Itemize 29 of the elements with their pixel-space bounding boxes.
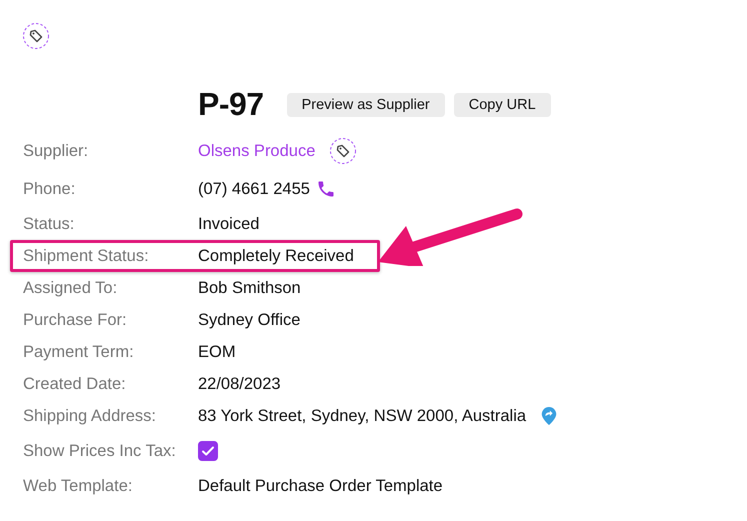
field-label: Show Prices Inc Tax: bbox=[23, 442, 177, 460]
field-label: Created Date: bbox=[23, 374, 127, 394]
tag-icon[interactable] bbox=[22, 22, 50, 50]
field-label: Web Template: bbox=[23, 476, 134, 496]
field-value: (07) 4661 2455 bbox=[198, 180, 310, 198]
field-label: Supplier: bbox=[23, 142, 90, 160]
action-button[interactable]: Preview as Supplier bbox=[286, 92, 445, 116]
field-label: Phone: bbox=[23, 180, 76, 198]
field-value: 83 York Street, Sydney, NSW 2000, Australia bbox=[198, 406, 526, 426]
field-label: Shipment Status: bbox=[23, 246, 150, 266]
tag-icon[interactable] bbox=[329, 137, 358, 165]
order-number: P-97 bbox=[198, 86, 264, 123]
supplier-link[interactable]: Olsens Produce bbox=[198, 142, 316, 160]
field-label: Payment Term: bbox=[23, 342, 135, 362]
field-label: Purchase For: bbox=[23, 310, 128, 330]
field-value: Invoiced bbox=[198, 214, 260, 234]
map-pin-icon[interactable] bbox=[540, 406, 558, 426]
field-value: Bob Smithson bbox=[198, 278, 301, 298]
field-value: 22/08/2023 bbox=[198, 374, 281, 394]
field-value: Completely Received bbox=[198, 246, 354, 266]
action-button[interactable]: Copy URL bbox=[454, 92, 551, 116]
phone-icon[interactable] bbox=[316, 179, 336, 199]
field-value: Default Purchase Order Template bbox=[198, 476, 443, 496]
field-label: Assigned To: bbox=[23, 278, 118, 298]
field-value: Sydney Office bbox=[198, 310, 300, 330]
checkbox[interactable] bbox=[198, 441, 218, 461]
field-label: Shipping Address: bbox=[23, 406, 158, 426]
field-value: EOM bbox=[198, 342, 236, 362]
field-label: Status: bbox=[23, 214, 76, 234]
